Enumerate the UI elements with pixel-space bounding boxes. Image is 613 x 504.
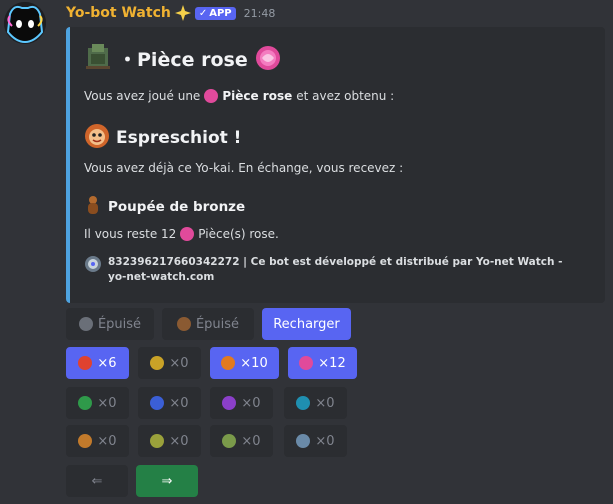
coin-button-1[interactable]: ×6 bbox=[66, 347, 129, 379]
embed-title: ・Pièce rose bbox=[84, 42, 282, 74]
coin-count: ×0 bbox=[241, 395, 261, 411]
check-icon: ✓ bbox=[198, 7, 208, 19]
coin-count: ×0 bbox=[169, 395, 189, 411]
next-page-button[interactable]: ⇒ bbox=[136, 465, 198, 497]
bronze-doll-icon bbox=[84, 195, 102, 219]
coin-count: ×0 bbox=[169, 355, 189, 371]
coin-count: ×0 bbox=[97, 433, 117, 449]
pink-coin-icon bbox=[254, 44, 282, 72]
coin-button-9[interactable]: ×0 bbox=[66, 425, 129, 457]
steel-coin-icon bbox=[296, 434, 311, 448]
coin-count: ×0 bbox=[315, 395, 335, 411]
coin-button-6[interactable]: ×0 bbox=[138, 387, 201, 419]
coin-count: ×10 bbox=[240, 355, 268, 371]
played-item: Pièce rose bbox=[222, 89, 293, 103]
author-name[interactable]: Yo-bot Watch bbox=[66, 5, 171, 21]
espreschiot-icon bbox=[84, 123, 110, 153]
coin-button-5[interactable]: ×0 bbox=[66, 387, 129, 419]
coin-count: ×0 bbox=[241, 433, 261, 449]
coin-count: ×0 bbox=[315, 433, 335, 449]
yokai-name: Espreschiot ! bbox=[116, 128, 242, 148]
sparkle-icon bbox=[174, 5, 191, 21]
prev-page-button[interactable]: ⇐ bbox=[66, 465, 128, 497]
embed-title-text: ・Pièce rose bbox=[118, 48, 248, 71]
pink-coin-icon bbox=[204, 89, 219, 103]
coin-button-4[interactable]: ×12 bbox=[288, 347, 357, 379]
remaining-unit: Pièce(s) rose. bbox=[198, 227, 279, 241]
coin-button-10[interactable]: ×0 bbox=[138, 425, 201, 457]
footer-icon bbox=[84, 255, 102, 285]
coin-button-12[interactable]: ×0 bbox=[284, 425, 347, 457]
remaining-line: Il vous reste 12 Pièce(s) rose. bbox=[84, 227, 279, 241]
prev-arrow-icon: ⇐ bbox=[91, 473, 103, 489]
yokai-heading: Espreschiot ! bbox=[84, 123, 241, 153]
coin-count: ×0 bbox=[97, 395, 117, 411]
obtained-text: et avez obtenu : bbox=[296, 89, 395, 103]
reward-heading: Poupée de bronze bbox=[84, 195, 245, 219]
coin-button-8[interactable]: ×0 bbox=[284, 387, 347, 419]
coin-button-11[interactable]: ×0 bbox=[210, 425, 273, 457]
exhausted-button-1[interactable]: Épuisé bbox=[66, 308, 154, 340]
embed-footer: 832396217660342272 | Ce bot est développ… bbox=[84, 255, 584, 285]
exhausted-button-2[interactable]: Épuisé bbox=[162, 308, 254, 340]
message-header: Yo-bot Watch ✓ APP 21:48 bbox=[66, 3, 275, 23]
coin-count: ×12 bbox=[318, 355, 346, 371]
coin-icon bbox=[176, 317, 191, 331]
red-coin-icon bbox=[78, 356, 93, 370]
reward-name: Poupée de bronze bbox=[108, 199, 246, 215]
exchange-line: Vous avez déjà ce Yo-kai. En échange, vo… bbox=[84, 161, 403, 175]
timestamp[interactable]: 21:48 bbox=[244, 7, 276, 20]
blue-coin-icon bbox=[150, 396, 165, 410]
olive-coin-icon bbox=[150, 434, 165, 448]
played-line: Vous avez joué une Pièce rose et avez ob… bbox=[84, 89, 394, 103]
exhausted-label-2: Épuisé bbox=[195, 316, 240, 332]
played-text: Vous avez joué une bbox=[84, 89, 201, 103]
coin-icon bbox=[78, 317, 93, 331]
remaining-text: Il vous reste 12 bbox=[84, 227, 177, 241]
purple-coin-icon bbox=[222, 396, 237, 410]
orange-coin-icon bbox=[221, 356, 236, 370]
app-badge: ✓ APP bbox=[194, 6, 236, 20]
app-badge-label: APP bbox=[209, 7, 232, 19]
embed: ・Pièce rose Vous avez joué une Pièce ros… bbox=[66, 27, 605, 303]
bot-avatar-icon bbox=[4, 2, 46, 44]
coin-count: ×6 bbox=[97, 355, 117, 371]
recharge-label: Recharger bbox=[273, 316, 340, 332]
coin-button-2[interactable]: ×0 bbox=[138, 347, 201, 379]
coin-count: ×0 bbox=[169, 433, 189, 449]
exhausted-label-1: Épuisé bbox=[97, 316, 142, 332]
cyan-coin-icon bbox=[296, 396, 311, 410]
pink-coin-icon bbox=[299, 356, 314, 370]
moss-coin-icon bbox=[222, 434, 237, 448]
yellow-coin-icon bbox=[150, 356, 165, 370]
next-arrow-icon: ⇒ bbox=[161, 473, 173, 489]
green-coin-icon bbox=[78, 396, 93, 410]
pink-coin-icon bbox=[180, 227, 195, 241]
bronze-coin-icon bbox=[78, 434, 93, 448]
footer-text: 832396217660342272 | Ce bot est développ… bbox=[108, 256, 563, 283]
exchange-text: Vous avez déjà ce Yo-kai. En échange, vo… bbox=[84, 161, 404, 175]
bot-avatar[interactable] bbox=[4, 2, 46, 44]
recharge-button[interactable]: Recharger bbox=[262, 308, 351, 340]
coin-button-7[interactable]: ×0 bbox=[210, 387, 273, 419]
yokai-watch-icon bbox=[84, 42, 112, 74]
coin-button-3[interactable]: ×10 bbox=[210, 347, 279, 379]
